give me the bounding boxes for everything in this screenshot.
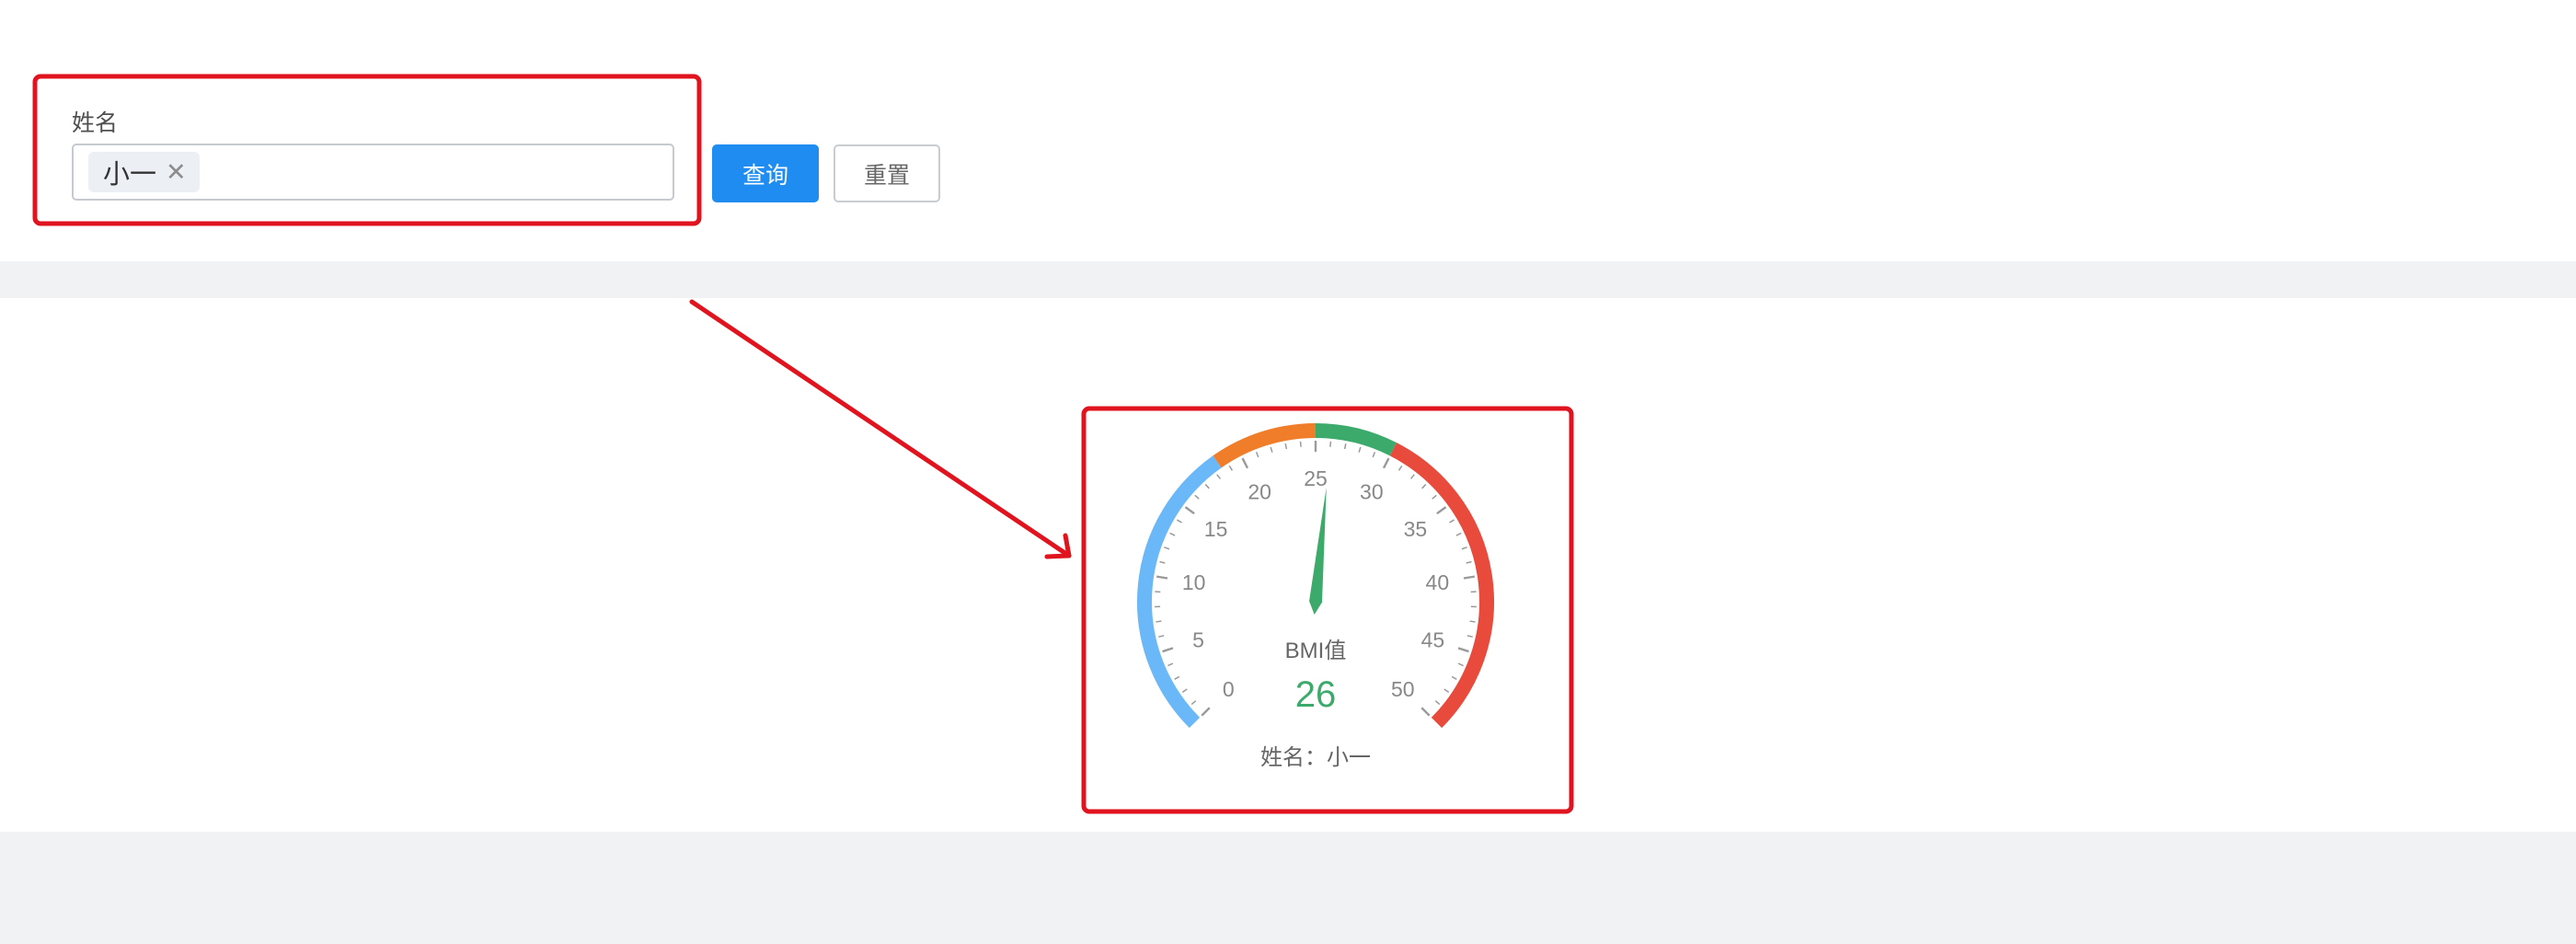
gauge-minor-tick [1270,446,1273,453]
gauge-minor-tick [1167,662,1174,667]
gauge-minor-tick [1190,700,1197,706]
gauge-minor-tick [1159,560,1166,564]
gauge-minor-tick [1329,441,1332,447]
gauge-minor-tick [1409,474,1415,479]
gauge-range-arc [1315,423,1397,456]
gauge-minor-tick [1181,688,1188,693]
gauge-major-tick [1420,707,1431,717]
gauge-minor-tick [1451,675,1457,680]
page: 姓名 小一 ✕ 查询 重置 0 5 10 15 20 25 30 35 40 45 50 BMI值 … [0,0,2576,944]
bmi-gauge: 0 5 10 15 20 25 30 35 40 45 50 BMI值 26 姓名：小一 [1137,423,1494,770]
gauge-minor-tick [1204,483,1210,489]
gauge-minor-tick [1421,483,1427,489]
gauge-minor-tick [1169,532,1176,536]
gauge-minor-tick [1466,635,1473,638]
gauge-minor-tick [1434,700,1441,706]
gauge-tick-label: 50 [1391,677,1415,701]
gauge-tick-label: 15 [1204,517,1228,541]
gauge-major-tick [1382,457,1390,469]
gauge-minor-tick [1443,688,1450,693]
gauge-minor-tick [1358,446,1362,453]
gauge-minor-tick [1372,452,1376,458]
gauge-major-tick [1457,647,1469,653]
gauge-minor-tick [1158,635,1165,638]
gauge-major-tick [1156,575,1168,580]
gauge-tick-label: 10 [1182,570,1206,594]
gauge-minor-tick [1397,465,1403,471]
gauge-needle [1309,487,1327,615]
gauge-minor-tick [1284,443,1288,450]
gauge-major-tick [1241,457,1249,469]
gauge-tick-label: 25 [1304,466,1328,490]
gauge-tick-label: 35 [1404,517,1428,541]
gauge-title: BMI值 [1285,639,1347,663]
gauge-tick-label: 20 [1248,480,1271,504]
gauge-tick-label: 5 [1192,627,1204,651]
gauge-minor-tick [1343,443,1347,450]
gauge-tick-label: 40 [1426,570,1450,594]
gauge-minor-tick [1299,441,1302,447]
gauge-minor-tick [1216,474,1222,479]
gauge-tick-label: 45 [1421,627,1445,651]
gauge-major-tick [1463,575,1476,580]
gauge-minor-tick [1432,494,1437,500]
gauge-tick-label: 0 [1223,677,1235,701]
gauge-value: 26 [1295,674,1337,715]
gauge-major-tick [1436,506,1447,515]
gauge-footer-name: 姓名：小一 [1260,745,1371,770]
gauge-minor-tick [1164,547,1170,550]
gauge-minor-tick [1455,532,1462,536]
gauge-major-tick [1184,506,1195,515]
gauge-minor-tick [1228,465,1234,471]
gauge-minor-tick [1255,452,1259,458]
gauge-major-tick [1201,707,1211,717]
gauge-minor-tick [1466,560,1472,564]
gauge-minor-tick [1457,662,1464,667]
gauge-minor-tick [1174,675,1180,680]
gauge-tick-label: 30 [1360,480,1384,504]
gauge-minor-tick [1469,620,1476,623]
gauge-major-tick [1162,647,1174,653]
gauge-minor-tick [1176,519,1182,524]
gauge-minor-tick [1461,547,1467,550]
gauge-minor-tick [1156,620,1162,623]
gauge-minor-tick [1194,494,1200,500]
gauge-minor-tick [1449,519,1455,524]
